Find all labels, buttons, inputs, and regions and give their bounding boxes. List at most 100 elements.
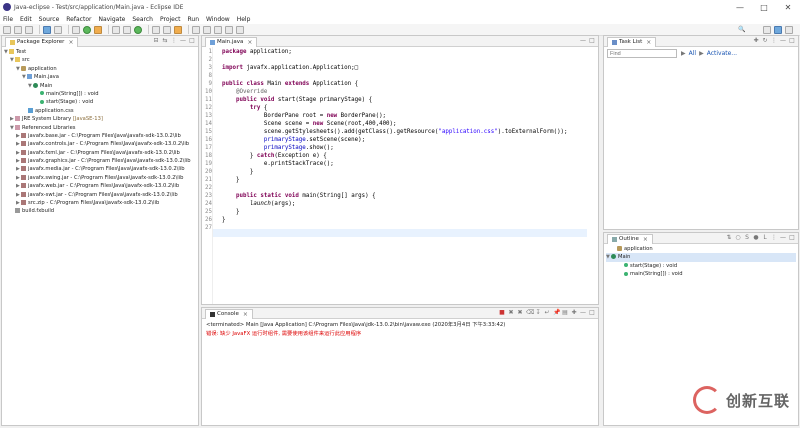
view-menu-icon[interactable]: ⋮ <box>771 37 777 44</box>
pin-console-icon[interactable]: 📌 <box>553 309 560 316</box>
all-link[interactable]: All <box>689 50 696 57</box>
terminate-icon[interactable]: ■ <box>499 309 505 316</box>
tree-item-project[interactable]: ▼ Test <box>4 48 196 56</box>
outline-item-start[interactable]: start(Stage) : void <box>606 262 796 270</box>
open-perspective-icon[interactable] <box>763 26 771 34</box>
outline-tab[interactable]: Outline × <box>607 233 653 244</box>
task-list-tab[interactable]: Task List × <box>607 36 657 47</box>
menu-edit[interactable]: Edit <box>20 16 32 23</box>
skip-breakpoints-icon[interactable] <box>54 25 62 34</box>
package-explorer-tab[interactable]: Package Explorer × <box>5 36 79 47</box>
sort-icon[interactable]: ⇅ <box>726 234 732 241</box>
console-tab[interactable]: Console × <box>205 308 253 319</box>
tree-item-jar[interactable]: ▶ javafx.web.jar - C:\Program Files\Java\… <box>4 182 196 190</box>
editor-tab-main-java[interactable]: Main.java × <box>205 36 258 47</box>
maximize-icon[interactable]: □ <box>189 37 195 44</box>
minimize-button[interactable]: — <box>728 0 752 14</box>
tree-item-referenced-libraries[interactable]: ▼ Referenced Libraries <box>4 124 196 132</box>
menu-window[interactable]: Window <box>206 16 230 23</box>
maximize-button[interactable]: □ <box>752 0 776 14</box>
tree-item-jar[interactable]: ▶ javafx.fxml.jar - C:\Program Files\Java… <box>4 149 196 157</box>
new-java-project-icon[interactable] <box>112 25 120 34</box>
remove-launch-icon[interactable]: ✖ <box>508 309 514 316</box>
previous-annotation-icon[interactable] <box>203 25 211 34</box>
maximize-icon[interactable]: □ <box>589 37 595 44</box>
tree-item-jar[interactable]: ▶ javafx.controls.jar - C:\Program Files\… <box>4 140 196 148</box>
minimize-icon[interactable]: — <box>180 37 186 44</box>
menu-help[interactable]: Help <box>237 16 251 23</box>
tree-item-jar[interactable]: ▶ javafx.media.jar - C:\Program Files\Jav… <box>4 165 196 173</box>
external-tools-icon[interactable] <box>94 25 102 34</box>
menu-navigate[interactable]: Navigate <box>98 16 125 23</box>
new-icon[interactable] <box>3 25 11 34</box>
back-icon[interactable] <box>214 25 222 34</box>
new-task-icon[interactable]: ✚ <box>753 37 759 44</box>
search-icon[interactable] <box>163 25 171 34</box>
menu-file[interactable]: File <box>3 16 13 23</box>
terminal-icon[interactable] <box>43 25 51 34</box>
display-console-icon[interactable]: ▤ <box>562 309 568 316</box>
tree-item-jar[interactable]: ▶ src.zip - C:\Program Files\Java\javafx-… <box>4 199 196 207</box>
activate-link[interactable]: Activate... <box>707 50 737 57</box>
clear-console-icon[interactable]: ⌫ <box>526 309 534 316</box>
remove-all-icon[interactable]: ✖ <box>517 309 523 316</box>
forward-icon[interactable] <box>225 25 233 34</box>
hide-static-icon[interactable]: S <box>744 234 750 241</box>
tree-item-jar[interactable]: ▶ javafx.graphics.jar - C:\Program Files\… <box>4 157 196 165</box>
close-icon[interactable]: × <box>243 311 248 318</box>
pin-editor-icon[interactable] <box>236 25 244 34</box>
tree-item-build-fxbuild[interactable]: build.fxbuild <box>4 207 196 215</box>
hide-local-types-icon[interactable]: L <box>762 234 768 241</box>
tree-item-jre[interactable]: ▶ JRE System Library [JavaSE-13] <box>4 115 196 123</box>
maximize-icon[interactable]: □ <box>589 309 595 316</box>
open-type-icon[interactable] <box>152 25 160 34</box>
outline-item-main[interactable]: ▼ Main <box>606 253 796 262</box>
outline-item-main-method[interactable]: main(String[]) : void <box>606 270 796 278</box>
code-area[interactable]: 1 package application; 2 3 import javafx.app… <box>202 47 598 304</box>
menu-project[interactable]: Project <box>160 16 181 23</box>
hide-non-public-icon[interactable]: ● <box>753 234 759 241</box>
tree-item-src[interactable]: ▼ src <box>4 56 196 64</box>
debug-perspective-icon[interactable] <box>785 26 793 34</box>
collapse-all-icon[interactable]: ⊟ <box>153 37 159 44</box>
tree-item-jar[interactable]: ▶ javafx.swing.jar - C:\Program Files\Jav… <box>4 174 196 182</box>
tree-item-application-css[interactable]: application.css <box>4 107 196 115</box>
next-annotation-icon[interactable] <box>192 25 200 34</box>
edit-icon[interactable] <box>174 25 182 34</box>
debug-icon[interactable] <box>72 25 80 34</box>
tree-item-jar[interactable]: ▶ javafx.base.jar - C:\Program Files\Java… <box>4 132 196 140</box>
word-wrap-icon[interactable]: ↵ <box>544 309 550 316</box>
close-button[interactable]: ✕ <box>776 0 800 14</box>
java-perspective-icon[interactable] <box>774 26 782 34</box>
sync-icon[interactable]: ↻ <box>762 37 768 44</box>
menu-run[interactable]: Run <box>188 16 200 23</box>
minimize-icon[interactable]: — <box>580 309 586 316</box>
link-editor-icon[interactable]: ⇆ <box>162 37 168 44</box>
tree-item-main-class[interactable]: ▼ Main <box>4 82 196 90</box>
save-icon[interactable] <box>14 25 22 34</box>
open-console-icon[interactable]: ✚ <box>571 309 577 316</box>
minimize-icon[interactable]: — <box>780 37 786 44</box>
close-icon[interactable]: × <box>643 236 648 243</box>
maximize-icon[interactable]: □ <box>789 234 795 241</box>
run-icon[interactable] <box>83 25 91 34</box>
menu-refactor[interactable]: Refactor <box>66 16 91 23</box>
save-all-icon[interactable] <box>25 25 33 34</box>
close-icon[interactable]: × <box>247 39 252 46</box>
quick-access-search-icon[interactable]: 🔍 <box>738 26 752 34</box>
scroll-lock-icon[interactable]: ↧ <box>535 309 541 316</box>
tree-item-jar[interactable]: ▶ javafx-swt.jar - C:\Program Files\Java\… <box>4 191 196 199</box>
view-menu-icon[interactable]: ⋮ <box>171 37 177 44</box>
tree-item-start-method[interactable]: start(Stage) : void <box>4 98 196 106</box>
minimize-icon[interactable]: — <box>580 37 586 44</box>
filter-arrow-icon[interactable]: ▶ <box>681 50 686 57</box>
view-menu-icon[interactable]: ⋮ <box>771 234 777 241</box>
minimize-icon[interactable]: — <box>780 234 786 241</box>
close-icon[interactable]: × <box>68 39 73 46</box>
tree-item-main-method[interactable]: main(String[]) : void <box>4 90 196 98</box>
hide-fields-icon[interactable]: ○ <box>735 234 741 241</box>
task-find-input[interactable] <box>607 49 677 58</box>
menu-search[interactable]: Search <box>132 16 153 23</box>
maximize-icon[interactable]: □ <box>789 37 795 44</box>
new-package-icon[interactable] <box>123 25 131 34</box>
